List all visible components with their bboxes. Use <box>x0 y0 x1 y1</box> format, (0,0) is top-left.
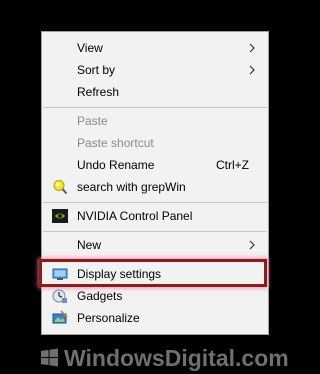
menu-item-label: Gadgets <box>77 289 123 303</box>
menu-item-personalize[interactable]: Personalize <box>42 307 268 329</box>
chevron-right-icon <box>249 43 255 53</box>
menu-item-label: Undo Rename <box>77 158 155 172</box>
menu-item-label: Sort by <box>77 63 116 77</box>
menu-item-label: New <box>77 238 102 252</box>
gadgets-icon <box>52 289 67 303</box>
menu-item-label: Refresh <box>77 85 120 99</box>
menu-item-label: NVIDIA Control Panel <box>77 209 193 223</box>
menu-item-label: Paste <box>77 114 108 128</box>
watermark: WindowsDigital.com <box>40 345 300 371</box>
menu-item-refresh[interactable]: Refresh <box>42 81 268 103</box>
menu-item-paste-shortcut[interactable]: Paste shortcut <box>42 132 268 154</box>
windows-logo-icon <box>40 348 59 367</box>
menu-separator <box>43 202 267 203</box>
menu-item-display-settings[interactable]: Display settings <box>39 259 268 287</box>
menu-item-sort-by[interactable]: Sort by <box>42 59 268 81</box>
menu-item-nvidia-control-panel[interactable]: NVIDIA Control Panel <box>42 205 268 227</box>
watermark-text: WindowsDigital.com <box>64 345 289 371</box>
desktop-context-menu: View Sort by Refresh Paste Paste shortcu… <box>39 31 269 335</box>
menu-item-new[interactable]: New <box>42 234 268 256</box>
menu-item-label: search with grepWin <box>77 180 186 194</box>
menu-item-gadgets[interactable]: Gadgets <box>42 285 268 307</box>
chevron-right-icon <box>249 65 255 75</box>
menu-item-undo-rename[interactable]: Undo Rename Ctrl+Z <box>42 154 268 176</box>
menu-item-label: Personalize <box>77 311 140 325</box>
search-magnifier-icon <box>53 180 68 195</box>
chevron-right-icon <box>249 240 255 250</box>
personalize-icon <box>52 310 68 324</box>
menu-separator <box>43 231 267 232</box>
keyboard-shortcut: Ctrl+Z <box>216 158 249 172</box>
menu-item-paste[interactable]: Paste <box>42 110 268 132</box>
menu-separator <box>43 107 267 108</box>
nvidia-icon <box>52 209 68 223</box>
menu-item-label: View <box>77 41 103 55</box>
menu-item-label: Display settings <box>77 267 162 281</box>
menu-item-search-grepwin[interactable]: search with grepWin <box>42 176 268 198</box>
menu-item-view[interactable]: View <box>42 37 268 59</box>
menu-item-label: Paste shortcut <box>77 136 154 150</box>
display-monitor-icon <box>52 268 68 280</box>
